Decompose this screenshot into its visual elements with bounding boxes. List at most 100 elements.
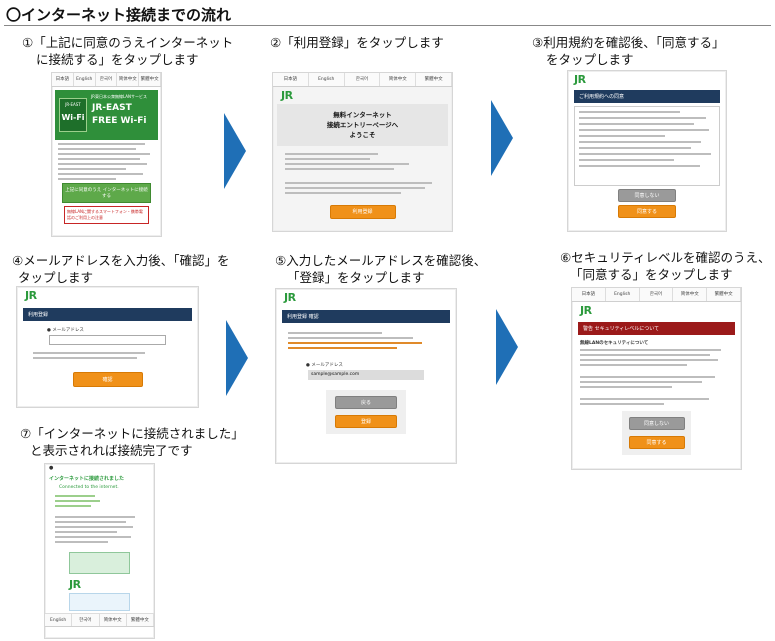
- nav-item[interactable]: 日本語: [273, 73, 309, 86]
- back-button[interactable]: 戻る: [335, 396, 397, 409]
- step2-caption: ②「利用登録」をタップします: [270, 35, 444, 50]
- title-divider: [4, 25, 771, 26]
- confirm-buttons-panel: 戻る 登録: [326, 390, 406, 434]
- brand-title-line1: JR-EAST: [92, 103, 132, 113]
- step6-caption-line1: ⑥セキュリティレベルを確認のうえ、: [560, 250, 771, 265]
- email-label-text: メールアドレス: [52, 328, 84, 333]
- terms-text: [52, 143, 161, 180]
- welcome-heading-line2: 接続エントリーページへ: [326, 121, 399, 129]
- disagree-button[interactable]: 同意しない: [628, 417, 685, 430]
- footer-language-nav: English 한국어 简体中文 繁體中文: [45, 613, 154, 627]
- arrow-right-icon: [496, 309, 518, 385]
- email-value: sample@sample.com: [308, 370, 424, 380]
- agree-button[interactable]: 同意する: [618, 205, 676, 218]
- nav-item[interactable]: 简体中文: [117, 73, 140, 86]
- nav-item[interactable]: 한국어: [96, 73, 118, 86]
- jr-logo: JR: [69, 578, 81, 591]
- nav-item[interactable]: English: [606, 288, 640, 301]
- entry-description: [273, 146, 452, 201]
- jr-logo: JR: [284, 291, 296, 304]
- nav-item[interactable]: 日本語: [52, 73, 74, 86]
- step7-caption-line2: と表示されれば接続完了です: [30, 443, 193, 458]
- nav-item[interactable]: English: [309, 73, 345, 86]
- arrow-right-icon: [226, 320, 248, 396]
- jr-east-wifi-banner: JR-EAST Wi-Fi JR東日本公衆無線LANサービス JR-EAST F…: [55, 90, 158, 140]
- jr-logo: JR: [25, 289, 37, 302]
- step1-caption: ①「上記に同意のうえインターネット に接続する」をタップします: [22, 34, 233, 68]
- confirm-description: [276, 327, 456, 354]
- jr-logo: JR: [574, 73, 586, 86]
- email-label: ● メールアドレス: [306, 363, 343, 368]
- step6-screenshot: 日本語 English 한국어 简体中文 繁體中文 JR 警告 セキュリティレベ…: [571, 287, 742, 470]
- step1-caption-line1: ①「上記に同意のうえインターネット: [22, 35, 234, 50]
- terms-scroll-box[interactable]: [574, 106, 720, 186]
- arrow-right-icon: [224, 113, 246, 189]
- step5-caption-line1: ⑤入力したメールアドレスを確認後、: [275, 253, 487, 268]
- welcome-heading-line3: ようこそ: [349, 131, 376, 139]
- step3-caption: ③利用規約を確認後、「同意する」 をタップします: [532, 34, 724, 68]
- step7-screenshot: ● インターネットに接続されました Connected to the inter…: [44, 463, 155, 639]
- brand-subtitle: JR東日本公衆無線LANサービス: [91, 94, 148, 99]
- step1-caption-line2: に接続する」をタップします: [36, 52, 199, 67]
- step3-screenshot: JR ご利用規約への同意 同意しない 同意する: [567, 70, 727, 232]
- step4-caption-line2: タップします: [18, 270, 94, 285]
- security-warning-bar: 警告 セキュリティレベルについて: [578, 322, 735, 335]
- nav-item[interactable]: 繁體中文: [139, 73, 161, 86]
- jr-logo: JR: [281, 89, 293, 102]
- arrow-right-icon: [491, 100, 513, 176]
- step6-caption-line2: 「同意する」をタップします: [570, 267, 733, 282]
- nav-item[interactable]: 简体中文: [100, 614, 127, 626]
- language-nav: 日本語 English 한국어 简体中文 繁體中文: [572, 288, 741, 302]
- nav-item[interactable]: 繁體中文: [707, 288, 741, 301]
- step3-caption-line2: をタップします: [546, 52, 634, 67]
- email-label: ● メールアドレス: [47, 328, 84, 333]
- nav-item[interactable]: English: [74, 73, 96, 86]
- step4-caption-line1: ④メールアドレスを入力後、「確認」を: [12, 253, 230, 268]
- agree-button[interactable]: 同意する: [628, 436, 685, 449]
- nav-item[interactable]: 한국어: [72, 614, 100, 626]
- disagree-button[interactable]: 同意しない: [618, 189, 676, 202]
- step5-caption: ⑤入力したメールアドレスを確認後、 「登録」をタップします: [275, 252, 486, 286]
- smartphone-notice[interactable]: 無線LANに関するスマートフォン・携帯電話のご利用上の注意: [64, 206, 149, 224]
- step7-caption: ⑦「インターネットに接続されました」 と表示されれば接続完了です: [20, 425, 244, 459]
- step1-screenshot: 日本語 English 한국어 简体中文 繁體中文 JR-EAST Wi-Fi …: [51, 72, 162, 237]
- nav-item[interactable]: 한국어: [640, 288, 674, 301]
- welcome-heading-line1: 無料インターネット: [333, 111, 392, 119]
- page-title: 〇インターネット接続までの流れ: [6, 6, 232, 24]
- step3-caption-line1: ③利用規約を確認後、「同意する」: [532, 35, 725, 50]
- terms-header-bar: ご利用規約への同意: [574, 90, 720, 103]
- step4-screenshot: JR 利用登録 ● メールアドレス 確認: [16, 286, 199, 408]
- language-nav: 日本語 English 한국어 简体中文 繁體中文: [273, 73, 452, 87]
- nav-item[interactable]: 繁體中文: [416, 73, 452, 86]
- register-confirm-button[interactable]: 登録: [335, 415, 397, 428]
- jr-logo: JR: [580, 304, 592, 317]
- step2-screenshot: 日本語 English 한국어 简体中文 繁體中文 JR 無料インターネット 接…: [272, 72, 453, 232]
- step5-caption-line2: 「登録」をタップします: [287, 270, 425, 285]
- security-text: [572, 349, 741, 405]
- language-nav: 日本語 English 한국어 简体中文 繁體中文: [52, 73, 161, 87]
- nav-item[interactable]: 한국어: [345, 73, 381, 86]
- confirm-header-bar: 利用登録 確認: [282, 310, 450, 323]
- connected-links: [45, 490, 154, 548]
- register-button[interactable]: 利用登録: [329, 205, 396, 219]
- info-banner-image[interactable]: [69, 593, 130, 611]
- nav-item[interactable]: 简体中文: [380, 73, 417, 86]
- nav-item[interactable]: English: [45, 614, 73, 626]
- wifi-badge-bottom: Wi-Fi: [61, 113, 85, 122]
- connected-heading: インターネットに接続されました: [49, 476, 125, 482]
- app-banner-image[interactable]: [69, 552, 130, 574]
- agree-connect-button[interactable]: 上記に同意のうえ インターネットに接続する: [62, 183, 151, 203]
- brand-title-line2: FREE Wi-Fi: [92, 116, 147, 126]
- top-mark: ●: [49, 465, 54, 471]
- step6-caption: ⑥セキュリティレベルを確認のうえ、 「同意する」をタップします: [560, 249, 770, 283]
- nav-item[interactable]: 日本語: [572, 288, 606, 301]
- wifi-badge: JR-EAST Wi-Fi: [59, 98, 87, 132]
- confirm-button[interactable]: 確認: [72, 372, 143, 387]
- nav-item[interactable]: 简体中文: [673, 288, 708, 301]
- email-input[interactable]: [49, 335, 166, 345]
- step5-screenshot: JR 利用登録 確認 ● メールアドレス sample@sample.com 戻…: [275, 288, 457, 464]
- email-label-text: メールアドレス: [311, 363, 343, 368]
- email-notes: [17, 345, 198, 366]
- wifi-badge-top: JR-EAST: [65, 102, 81, 107]
- nav-item[interactable]: 繁體中文: [127, 614, 154, 626]
